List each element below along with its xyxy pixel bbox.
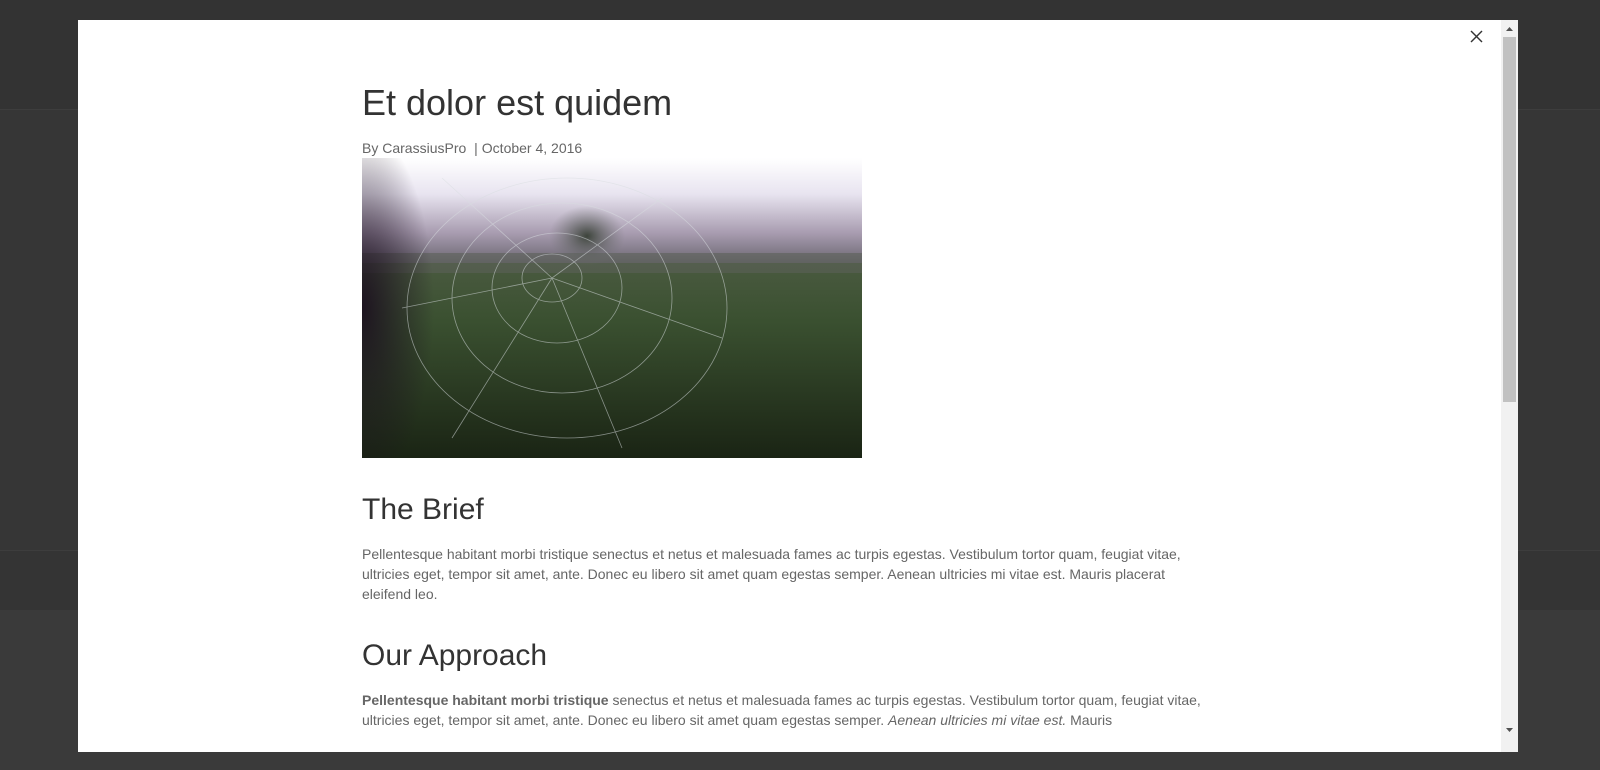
approach-text-end: Mauris — [1066, 712, 1113, 728]
close-icon — [1470, 30, 1482, 42]
scroll-down-arrow-icon[interactable] — [1501, 721, 1518, 738]
author-link[interactable]: CarassiusPro — [382, 140, 466, 156]
post-modal: Et dolor est quidem By CarassiusPro | Oct… — [78, 20, 1518, 752]
approach-paragraph: Pellentesque habitant morbi tristique se… — [362, 690, 1204, 730]
brief-paragraph: Pellentesque habitant morbi tristique se… — [362, 546, 1181, 602]
meta-separator: | — [474, 140, 478, 156]
post-date: October 4, 2016 — [481, 140, 583, 156]
section-title-brief: The Brief — [362, 493, 484, 526]
approach-italic: Aenean ultricies mi vitae est. — [888, 712, 1067, 728]
close-button[interactable] — [1464, 24, 1488, 48]
post-featured-image — [362, 158, 862, 458]
approach-bold-lead: Pellentesque habitant morbi tristique — [362, 692, 609, 708]
post-content: Et dolor est quidem By CarassiusPro | Oct… — [362, 80, 1204, 730]
scroll-up-arrow-icon[interactable] — [1501, 20, 1518, 37]
scrollbar-thumb[interactable] — [1503, 37, 1516, 402]
modal-scrollbar[interactable] — [1501, 20, 1518, 752]
post-meta: By CarassiusPro | October 4, 2016 — [362, 138, 1204, 158]
author-prefix: By — [362, 140, 379, 156]
section-title-approach: Our Approach — [362, 639, 548, 672]
post-title: Et dolor est quidem — [362, 82, 673, 123]
